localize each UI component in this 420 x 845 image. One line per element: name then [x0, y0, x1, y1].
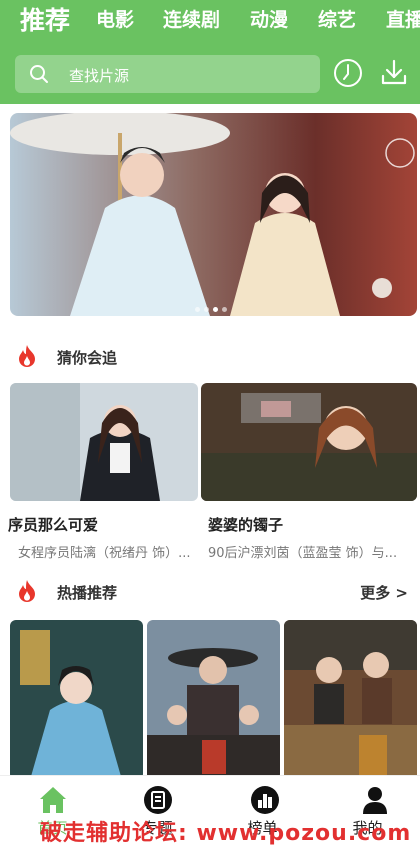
pagination-dot-active [213, 307, 218, 312]
section-title: 热播推荐 [57, 584, 118, 602]
hot-card-1-poster[interactable] [10, 620, 143, 780]
flame-icon [19, 345, 35, 367]
featured-banner[interactable] [10, 113, 417, 316]
history-icon[interactable] [332, 57, 364, 89]
watermark-text: 破走辅助论坛: www.pozou.com [40, 821, 412, 845]
tab-movie[interactable]: 电影 [96, 5, 134, 32]
home-icon [40, 787, 66, 813]
section-header-hot: 热播推荐 更多 > [0, 577, 420, 607]
pagination-dot [204, 307, 209, 312]
section-title: 猜你会追 [57, 349, 118, 367]
guess-card-1-poster[interactable] [10, 383, 198, 501]
guess-card-1-title[interactable]: 序员那么可爱 [8, 514, 198, 535]
poster-image [10, 383, 198, 501]
search-placeholder: 查找片源 [69, 67, 130, 85]
user-icon [363, 787, 387, 814]
section-header-guess: 猜你会追 [0, 342, 420, 372]
guess-card-2-desc: 90后沪漂刘茵（蓝盈莹 饰）与... [208, 546, 398, 561]
more-link[interactable]: 更多 > [360, 582, 408, 603]
poster-image [147, 620, 280, 780]
search-input[interactable]: 查找片源 [15, 55, 320, 93]
tab-series[interactable]: 连续剧 [163, 5, 220, 32]
download-icon[interactable] [378, 57, 410, 89]
pagination-dot [222, 307, 227, 312]
app-screen: 推荐 电影 连续剧 动漫 综艺 直播 查找片源 猜你会追 序员那么可爱 女程序员… [0, 0, 420, 845]
pagination-dot [195, 307, 200, 312]
ranking-icon [251, 786, 279, 814]
tab-live[interactable]: 直播 [386, 5, 420, 32]
hot-card-3-poster[interactable] [284, 620, 417, 780]
guess-card-1-desc: 女程序员陆漓（祝绪丹 饰）... [18, 546, 191, 561]
banner-image [10, 113, 417, 316]
guess-card-2-title[interactable]: 婆婆的镯子 [208, 514, 408, 535]
poster-image [284, 620, 417, 780]
guess-card-2-poster[interactable] [201, 383, 417, 501]
flame-icon [19, 580, 35, 602]
poster-image [10, 620, 143, 780]
topic-icon [144, 786, 172, 814]
top-header: 推荐 电影 连续剧 动漫 综艺 直播 查找片源 [0, 0, 420, 104]
search-icon [30, 65, 48, 83]
tab-anime[interactable]: 动漫 [250, 5, 288, 32]
tab-variety[interactable]: 综艺 [318, 5, 356, 32]
banner-pagination [195, 297, 231, 316]
hot-card-2-poster[interactable] [147, 620, 280, 780]
category-tabs: 推荐 电影 连续剧 动漫 综艺 直播 [0, 0, 420, 38]
poster-image [201, 383, 417, 501]
tab-recommend[interactable]: 推荐 [20, 1, 70, 37]
